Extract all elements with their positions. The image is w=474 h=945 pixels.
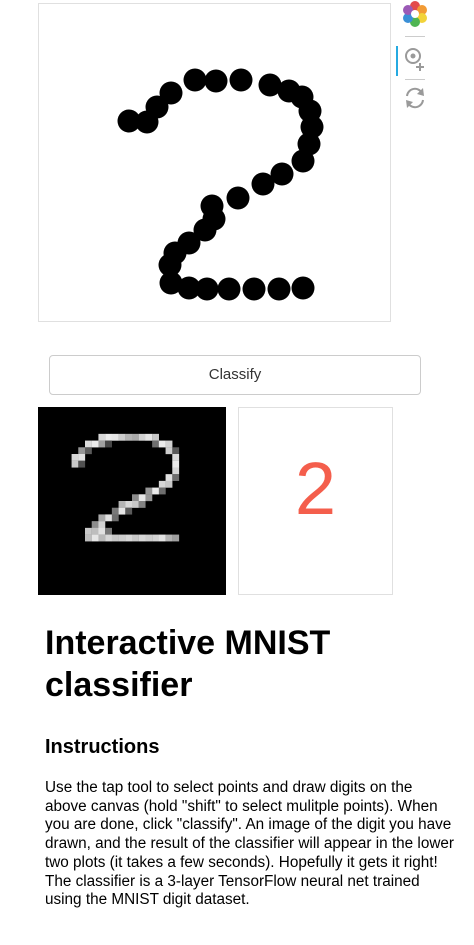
digit-pixel bbox=[105, 440, 112, 448]
digit-pixel bbox=[152, 440, 159, 448]
drawn-digit-points[interactable] bbox=[39, 4, 392, 323]
digit-pixel bbox=[91, 527, 99, 535]
digit-pixel bbox=[132, 501, 139, 508]
digit-pixel bbox=[98, 534, 106, 542]
canvas-point[interactable] bbox=[195, 277, 219, 301]
digit-pixel bbox=[105, 433, 112, 441]
digit-pixel bbox=[165, 447, 173, 455]
digit-pixel bbox=[172, 474, 180, 481]
digit-pixel bbox=[125, 507, 133, 515]
digit-pixel bbox=[111, 433, 119, 441]
digit-pixel bbox=[125, 534, 133, 542]
digit-pixel bbox=[152, 534, 159, 542]
reset-icon bbox=[406, 87, 424, 109]
instructions-heading: Instructions bbox=[45, 736, 160, 758]
digit-pixel bbox=[172, 467, 180, 475]
digit-pixel bbox=[91, 521, 99, 528]
digit-pixel bbox=[158, 440, 166, 448]
digit-pixel bbox=[118, 534, 126, 542]
digit-pixel bbox=[145, 494, 153, 502]
canvas-point[interactable] bbox=[117, 109, 141, 133]
digit-image bbox=[71, 433, 180, 542]
drawing-canvas[interactable] bbox=[38, 3, 391, 322]
canvas-point[interactable] bbox=[229, 68, 253, 92]
predicted-digit: 2 bbox=[294, 447, 337, 530]
digit-pixel bbox=[152, 487, 159, 495]
bokeh-logo-icon[interactable] bbox=[398, 0, 432, 34]
digit-pixel bbox=[98, 514, 106, 522]
canvas-point[interactable] bbox=[291, 149, 315, 173]
digit-pixel bbox=[85, 534, 92, 542]
digit-pixel bbox=[138, 494, 146, 502]
digit-pixel bbox=[132, 534, 139, 542]
digit-pixel bbox=[172, 447, 180, 455]
tap-tool-icon bbox=[405, 48, 424, 71]
digit-pixel bbox=[172, 454, 180, 461]
canvas-point[interactable] bbox=[217, 277, 241, 301]
digit-pixel bbox=[165, 480, 173, 488]
digit-pixel bbox=[111, 514, 119, 522]
toolbar-divider bbox=[405, 36, 425, 37]
canvas-point[interactable] bbox=[226, 186, 250, 210]
digit-pixel bbox=[111, 534, 119, 542]
digit-pixel bbox=[165, 474, 173, 481]
canvas-point[interactable] bbox=[242, 277, 266, 301]
digit-pixel bbox=[91, 534, 99, 542]
digit-pixel bbox=[91, 440, 99, 448]
active-tool-indicator bbox=[396, 46, 398, 76]
digit-pixel bbox=[105, 527, 112, 535]
classifier-result-plot: 2 bbox=[238, 407, 393, 595]
digit-pixel bbox=[85, 440, 92, 448]
canvas-point[interactable] bbox=[183, 68, 207, 92]
digit-pixel bbox=[158, 534, 166, 542]
instructions-text: Use the tap tool to select points and dr… bbox=[45, 779, 454, 909]
digit-pixel bbox=[105, 534, 112, 542]
toolbar-divider bbox=[405, 79, 425, 80]
digit-pixel bbox=[145, 534, 153, 542]
digit-pixel bbox=[118, 433, 126, 441]
digit-pixel bbox=[165, 534, 173, 542]
digit-pixel bbox=[158, 487, 166, 495]
digit-pixel bbox=[152, 433, 159, 441]
digit-pixel bbox=[98, 527, 106, 535]
digit-pixel bbox=[105, 514, 112, 522]
digit-pixel bbox=[132, 433, 139, 441]
plot-toolbar bbox=[395, 0, 435, 120]
tap-tool-button[interactable] bbox=[396, 44, 432, 78]
digit-pixel bbox=[158, 480, 166, 488]
canvas-point[interactable] bbox=[291, 276, 315, 300]
digit-pixel bbox=[132, 494, 139, 502]
digit-pixel bbox=[71, 460, 79, 468]
digit-pixel bbox=[138, 501, 146, 508]
digit-pixel bbox=[118, 507, 126, 515]
page-title: Interactive MNIST classifier bbox=[45, 624, 331, 704]
digit-pixel bbox=[172, 460, 180, 468]
digit-pixel bbox=[145, 487, 153, 495]
digit-pixel bbox=[78, 460, 86, 468]
digit-pixel bbox=[172, 534, 180, 542]
digit-pixel bbox=[85, 447, 92, 455]
canvas-point[interactable] bbox=[251, 172, 275, 196]
canvas-point[interactable] bbox=[204, 69, 228, 93]
digit-pixel bbox=[138, 433, 146, 441]
digit-pixel bbox=[125, 501, 133, 508]
digit-pixel bbox=[98, 521, 106, 528]
reset-tool-button[interactable] bbox=[398, 84, 432, 118]
digit-image-plot bbox=[38, 407, 226, 595]
digit-pixel bbox=[78, 447, 86, 455]
classify-button[interactable]: Classify bbox=[49, 355, 421, 395]
digit-pixel bbox=[78, 454, 86, 461]
digit-pixel bbox=[138, 534, 146, 542]
digit-pixel bbox=[85, 527, 92, 535]
digit-pixel bbox=[98, 433, 106, 441]
digit-pixel bbox=[111, 507, 119, 515]
digit-pixel bbox=[125, 433, 133, 441]
digit-pixel bbox=[98, 440, 106, 448]
digit-pixel bbox=[145, 433, 153, 441]
digit-pixel bbox=[165, 440, 173, 448]
digit-pixel bbox=[118, 501, 126, 508]
canvas-point[interactable] bbox=[267, 277, 291, 301]
digit-pixel bbox=[71, 454, 79, 461]
